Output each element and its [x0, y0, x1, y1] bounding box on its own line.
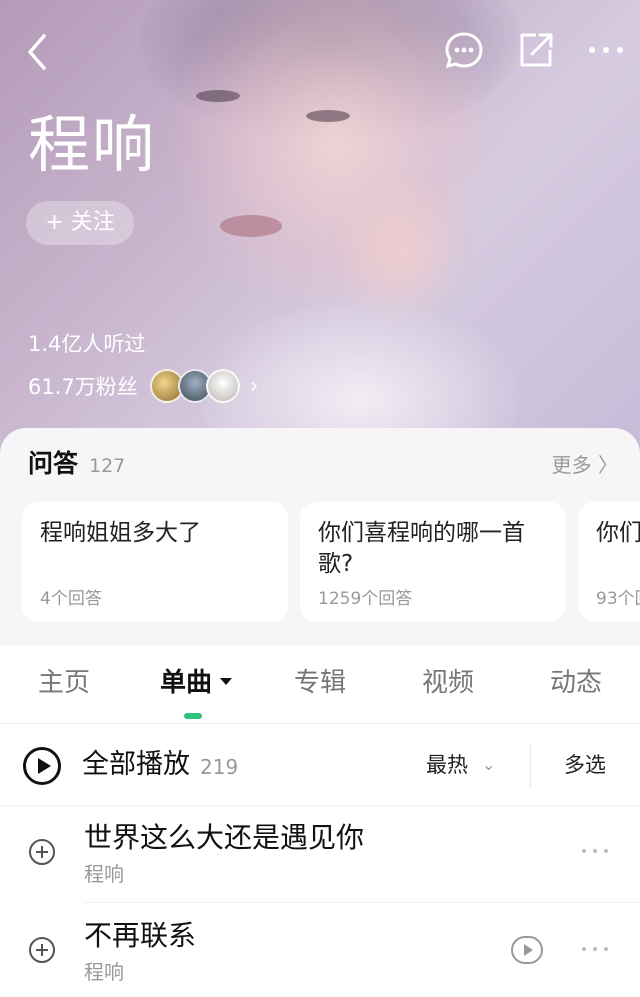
fan-avatars — [149, 369, 240, 403]
back-button[interactable] — [22, 32, 54, 72]
qa-answer-count: 93个回 — [596, 589, 640, 609]
fans-row[interactable]: 61.7万粉丝 › — [28, 368, 259, 404]
tab-feed[interactable]: 动态 — [550, 666, 602, 700]
artist-hero: 程响 + 关注 1.4亿人听过 61.7万粉丝 › — [0, 0, 640, 470]
caret-down-icon — [220, 678, 233, 685]
song-more-button[interactable] — [580, 934, 610, 973]
tab-home[interactable]: 主页 — [38, 666, 90, 700]
tab-albums[interactable]: 专辑 — [294, 666, 346, 700]
play-all-bar: 全部播放 219 最热 ⌄ 多选 — [0, 724, 640, 806]
mv-play-icon — [511, 936, 543, 964]
play-all-button[interactable] — [22, 746, 62, 786]
comment-button[interactable] — [444, 30, 484, 70]
qa-answer-count: 4个回答 — [40, 589, 102, 609]
qa-section: 问答 127 更多 〉 程响姐姐多大了 4个回答 你们喜程响的哪一首歌? 125… — [0, 428, 640, 646]
qa-list: 程响姐姐多大了 4个回答 你们喜程响的哪一首歌? 1259个回答 你们喜欢 93… — [22, 502, 640, 622]
more-icon — [582, 947, 608, 951]
qa-question: 你们喜程响的哪一首歌? — [318, 520, 525, 577]
tab-label: 专辑 — [294, 668, 347, 698]
mv-button[interactable] — [510, 935, 544, 965]
artist-name: 程响 — [28, 108, 157, 181]
more-icon — [589, 47, 623, 53]
song-more-button[interactable] — [580, 836, 610, 875]
add-song-button[interactable] — [28, 838, 56, 866]
song-title: 不再联系 — [84, 919, 197, 952]
qa-item[interactable]: 程响姐姐多大了 4个回答 — [22, 502, 288, 622]
listen-count: 1.4亿人听过 — [28, 332, 146, 356]
chevron-down-icon: ⌄ — [482, 755, 496, 774]
active-tab-indicator — [184, 713, 202, 719]
qa-item[interactable]: 你们喜欢 93个回 — [578, 502, 640, 622]
song-artist: 程响 — [84, 862, 124, 886]
qa-question: 程响姐姐多大了 — [40, 520, 201, 546]
tab-label: 动态 — [550, 668, 603, 698]
hero-photo-eye-right — [306, 110, 350, 122]
multi-select-button[interactable]: 多选 — [564, 750, 606, 780]
sort-button[interactable]: 最热 — [426, 750, 468, 780]
tab-label: 主页 — [38, 668, 91, 698]
add-circle-icon — [29, 839, 55, 865]
fans-count: 61.7万粉丝 — [28, 375, 138, 399]
divider — [84, 902, 640, 903]
add-song-button[interactable] — [28, 936, 56, 964]
tab-videos[interactable]: 视频 — [422, 666, 474, 700]
qa-count: 127 — [89, 455, 126, 477]
hero-photo-lips — [220, 215, 282, 237]
more-button[interactable] — [584, 30, 628, 70]
share-icon — [520, 33, 553, 67]
song-title: 世界这么大还是遇见你 — [84, 821, 365, 854]
artist-tabs: 主页 单曲 专辑 视频 动态 — [0, 646, 640, 724]
fan-avatar — [205, 369, 240, 403]
song-count: 219 — [200, 755, 239, 779]
tab-singles[interactable]: 单曲 — [160, 666, 233, 700]
play-all-label[interactable]: 全部播放 — [82, 747, 190, 783]
divider — [530, 742, 531, 788]
follow-button[interactable]: + 关注 — [26, 201, 134, 245]
song-artist: 程响 — [84, 960, 124, 984]
hero-photo-eye-left — [196, 90, 240, 102]
qa-title: 问答 — [28, 449, 79, 478]
back-icon — [28, 34, 46, 70]
add-circle-icon — [29, 937, 55, 963]
play-circle-icon — [23, 747, 61, 785]
share-button[interactable] — [516, 30, 554, 70]
tab-label: 视频 — [422, 668, 475, 698]
song-row[interactable]: 不再联系 程响 — [0, 904, 640, 997]
chevron-right-icon: › — [249, 373, 259, 399]
qa-more-link[interactable]: 更多 〉 — [552, 452, 618, 478]
song-row[interactable]: 世界这么大还是遇见你 程响 — [0, 806, 640, 902]
tab-label: 单曲 — [160, 668, 213, 698]
comment-icon — [445, 32, 483, 69]
qa-answer-count: 1259个回答 — [318, 589, 413, 609]
qa-item[interactable]: 你们喜程响的哪一首歌? 1259个回答 — [300, 502, 566, 622]
more-icon — [582, 849, 608, 853]
qa-question: 你们喜欢 — [596, 520, 640, 546]
